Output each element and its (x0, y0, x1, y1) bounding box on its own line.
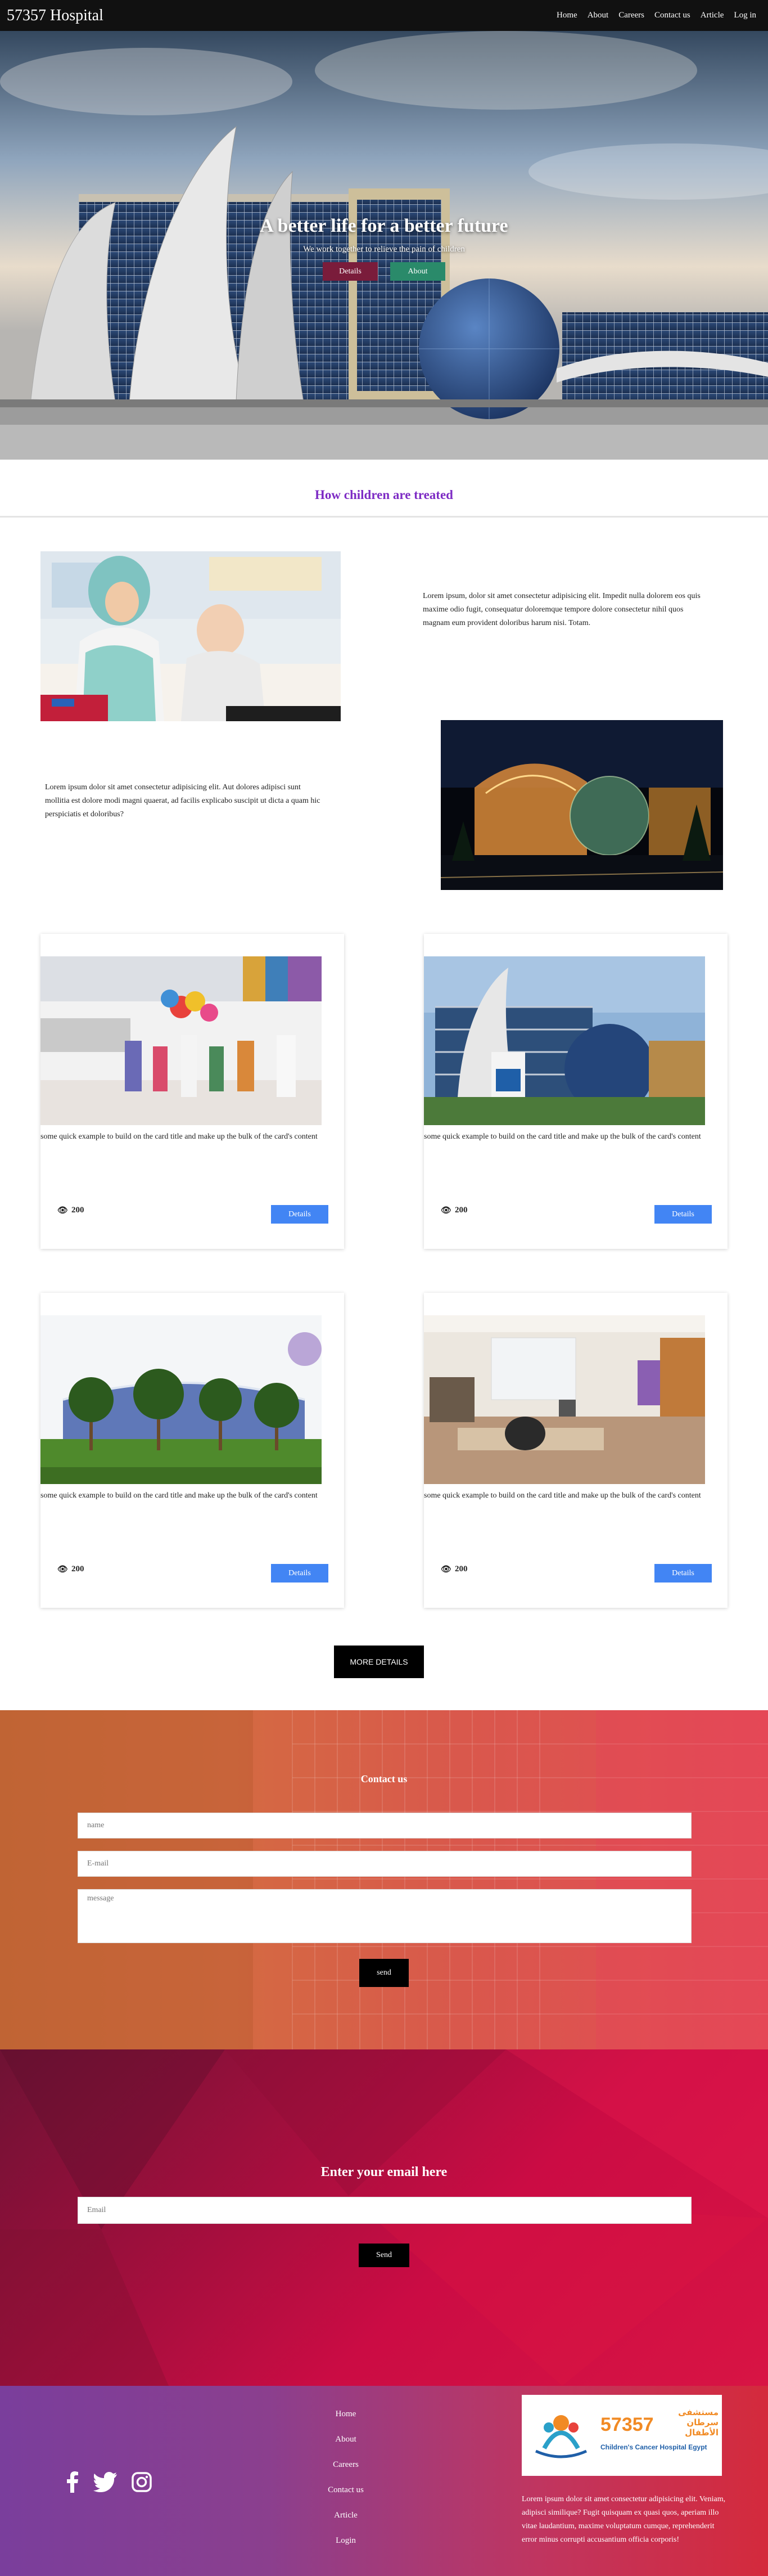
feature-photo-nurse-child (40, 551, 341, 721)
hero-title: A better life for a better future (260, 215, 508, 236)
eye-icon: 👁 (441, 1565, 452, 1574)
card-3-view-count: 200 (71, 1565, 84, 1574)
newsletter-send-button[interactable]: Send (359, 2244, 409, 2267)
more-details-button[interactable]: MORE DETAILS (334, 1646, 424, 1678)
logo-arabic-text: مستشفى سرطان الأطفال (678, 2407, 719, 2438)
footer-link-contact[interactable]: Contact us (315, 2484, 377, 2510)
newsletter-email-input[interactable] (78, 2197, 692, 2224)
footer-links: Home About Careers Contact us Article Lo… (315, 2408, 377, 2560)
card-2-view-count: 200 (455, 1206, 468, 1215)
nav-careers[interactable]: Careers (613, 11, 649, 20)
logo-number: 57357 (600, 2414, 654, 2435)
contact-message-input[interactable] (78, 1889, 692, 1943)
twitter-icon[interactable] (93, 2472, 117, 2495)
footer-link-login[interactable]: Login (315, 2535, 377, 2560)
instagram-icon[interactable] (132, 2472, 152, 2495)
nav-contact[interactable]: Contact us (649, 11, 695, 20)
footer-link-about[interactable]: About (315, 2434, 377, 2459)
nav-links: Home About Careers Contact us Article Lo… (552, 11, 761, 20)
card-1-image-children-lobby (40, 956, 322, 1125)
contact-email-input[interactable] (78, 1851, 692, 1877)
contact-send-button[interactable]: send (359, 1959, 409, 1987)
hospital-logo: 57357 مستشفى سرطان الأطفال Children's Ca… (522, 2395, 722, 2476)
hero-content: A better life for a better future We wor… (0, 215, 768, 281)
card-2: some quick example to build on the card … (424, 934, 728, 1249)
card-4-text: some quick example to build on the card … (424, 1491, 701, 1500)
card-3-views: 👁 200 (57, 1564, 84, 1575)
card-1: some quick example to build on the card … (40, 934, 344, 1249)
nav-article[interactable]: Article (695, 11, 729, 20)
brand-logo[interactable]: 57357 Hospital (7, 7, 103, 25)
card-2-views: 👁 200 (441, 1205, 468, 1216)
navbar: 57357 Hospital Home About Careers Contac… (0, 0, 768, 31)
card-4-details-button[interactable]: Details (654, 1564, 712, 1583)
footer: Home About Careers Contact us Article Lo… (0, 2386, 768, 2576)
card-1-details-button[interactable]: Details (271, 1205, 328, 1224)
card-3: some quick example to build on the card … (40, 1293, 344, 1608)
footer-link-article[interactable]: Article (315, 2510, 377, 2535)
newsletter-section: Enter your email here Send (0, 2049, 768, 2386)
card-2-text: some quick example to build on the card … (424, 1132, 701, 1141)
hero-banner: A better life for a better future We wor… (0, 31, 768, 460)
feature-1-text: Lorem ipsum, dolor sit amet consectetur … (423, 592, 701, 627)
card-3-text: some quick example to build on the card … (40, 1491, 318, 1500)
section-title: How children are treated (0, 460, 768, 518)
contact-title: Contact us (360, 1773, 408, 1784)
hero-subtitle: We work together to relieve the pain of … (303, 245, 465, 254)
card-3-details-button[interactable]: Details (271, 1564, 328, 1583)
nav-about[interactable]: About (582, 11, 614, 20)
card-3-image-hospital-garden (40, 1315, 322, 1484)
card-1-text: some quick example to build on the card … (40, 1132, 318, 1141)
eye-icon: 👁 (441, 1206, 452, 1215)
hero-buttons: Details About (0, 262, 768, 281)
facebook-icon[interactable] (66, 2471, 79, 2496)
logo-english-text: Children's Cancer Hospital Egypt (600, 2443, 707, 2451)
footer-text: Lorem ipsum dolor sit amet consectetur a… (522, 2495, 726, 2544)
feature-2-text: Lorem ipsum dolor sit amet consectetur a… (45, 783, 320, 819)
card-2-image-hospital-sign (424, 956, 705, 1125)
card-1-views: 👁 200 (57, 1205, 84, 1216)
footer-link-home[interactable]: Home (315, 2408, 377, 2434)
card-4-views: 👁 200 (441, 1564, 468, 1575)
eye-icon: 👁 (57, 1565, 69, 1574)
contact-name-input[interactable] (78, 1813, 692, 1838)
card-4: some quick example to build on the card … (424, 1293, 728, 1608)
nav-home[interactable]: Home (552, 11, 582, 20)
nav-login[interactable]: Log in (729, 11, 761, 20)
feature-photo-hospital-night (441, 720, 723, 890)
footer-link-careers[interactable]: Careers (315, 2459, 377, 2484)
hero-about-button[interactable]: About (390, 262, 445, 281)
card-2-details-button[interactable]: Details (654, 1205, 712, 1224)
contact-section: Contact us send (0, 1710, 768, 2049)
card-1-view-count: 200 (71, 1206, 84, 1215)
contact-background-building (0, 1710, 768, 2049)
social-links (66, 2471, 152, 2496)
hero-details-button[interactable]: Details (323, 262, 378, 281)
newsletter-title: Enter your email here (320, 2165, 448, 2179)
card-4-view-count: 200 (455, 1565, 468, 1574)
eye-icon: 👁 (57, 1206, 69, 1215)
card-4-image-classroom (424, 1315, 705, 1484)
